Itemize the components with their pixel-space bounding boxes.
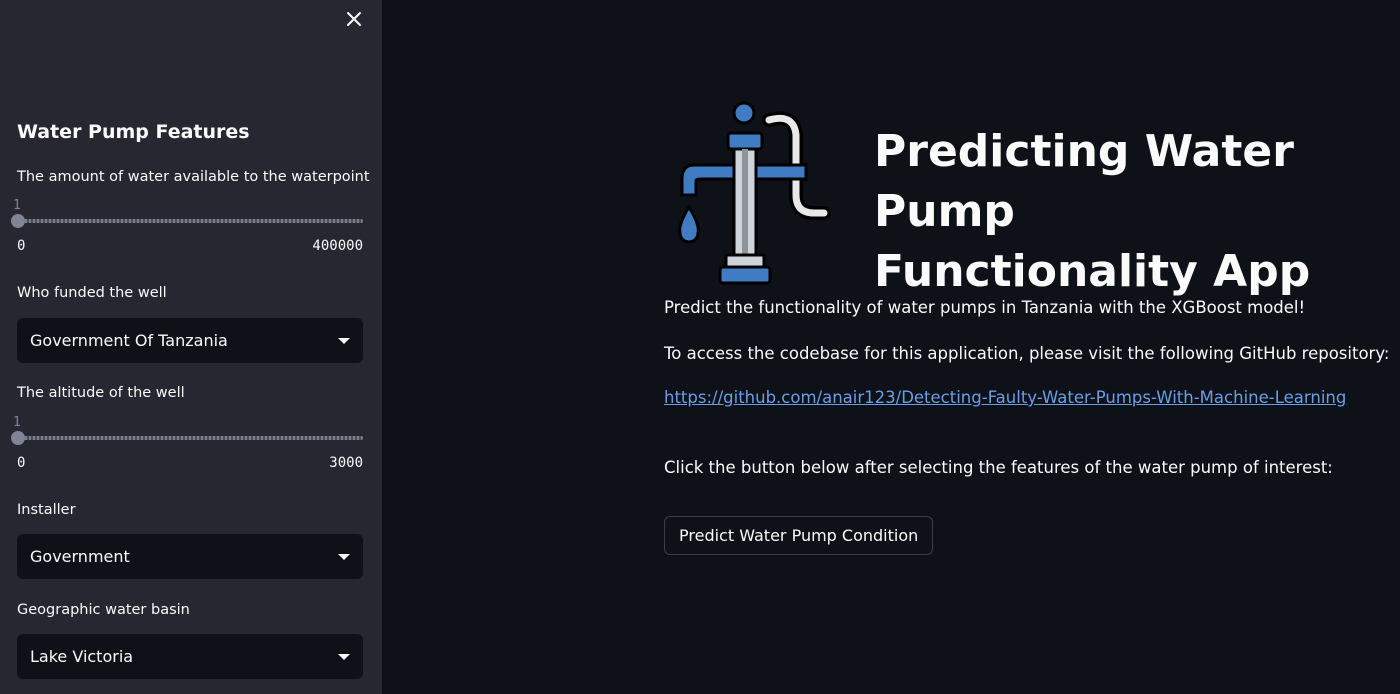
water-amount-max-value: 400000 xyxy=(312,238,363,254)
installer-selected-value: Government xyxy=(30,547,130,566)
basin-label: Geographic water basin xyxy=(17,602,190,618)
basin-select[interactable]: Lake Victoria xyxy=(17,634,363,679)
water-pump-icon xyxy=(678,101,831,285)
app-root: Water Pump Features The amount of water … xyxy=(0,0,1400,694)
altitude-current-value: 1 xyxy=(13,415,21,430)
funder-select[interactable]: Government Of Tanzania xyxy=(17,318,363,363)
water-amount-min-value: 0 xyxy=(17,238,26,254)
altitude-min-value: 0 xyxy=(17,455,26,471)
altitude-slider[interactable]: 1 0 3000 xyxy=(11,415,363,475)
instruction-text: Click the button below after selecting t… xyxy=(664,458,1333,477)
water-amount-slider-track[interactable] xyxy=(17,219,363,223)
altitude-slider-thumb[interactable] xyxy=(11,431,25,445)
sidebar-title: Water Pump Features xyxy=(17,121,250,143)
water-amount-label: The amount of water available to the wat… xyxy=(17,169,370,185)
chevron-down-icon xyxy=(338,653,350,660)
installer-label: Installer xyxy=(17,502,76,518)
close-icon xyxy=(347,12,361,26)
app-title-line2: Functionality App xyxy=(874,246,1311,297)
intro-text: Predict the functionality of water pumps… xyxy=(664,298,1306,317)
altitude-label: The altitude of the well xyxy=(17,385,185,401)
water-amount-current-value: 1 xyxy=(13,198,21,213)
funder-selected-value: Government Of Tanzania xyxy=(30,331,228,350)
app-title: Predicting Water Pump Functionality App xyxy=(874,122,1394,302)
funder-label: Who funded the well xyxy=(17,285,167,301)
close-sidebar-button[interactable] xyxy=(343,8,365,30)
installer-select[interactable]: Government xyxy=(17,534,363,579)
water-pump-logo xyxy=(674,95,864,290)
water-amount-slider[interactable]: 1 0 400000 xyxy=(11,198,363,258)
chevron-down-icon xyxy=(338,337,350,344)
app-title-line1: Predicting Water Pump xyxy=(874,126,1294,237)
chevron-down-icon xyxy=(338,553,350,560)
codebase-text: To access the codebase for this applicat… xyxy=(664,344,1390,363)
altitude-slider-track[interactable] xyxy=(17,436,363,440)
github-repo-link[interactable]: https://github.com/anair123/Detecting-Fa… xyxy=(664,388,1346,407)
sidebar: Water Pump Features The amount of water … xyxy=(0,0,382,694)
predict-button[interactable]: Predict Water Pump Condition xyxy=(664,516,934,555)
water-amount-slider-thumb[interactable] xyxy=(11,214,25,228)
main-content: Predicting Water Pump Functionality App … xyxy=(382,0,1400,694)
altitude-max-value: 3000 xyxy=(329,455,363,471)
basin-selected-value: Lake Victoria xyxy=(30,647,134,666)
